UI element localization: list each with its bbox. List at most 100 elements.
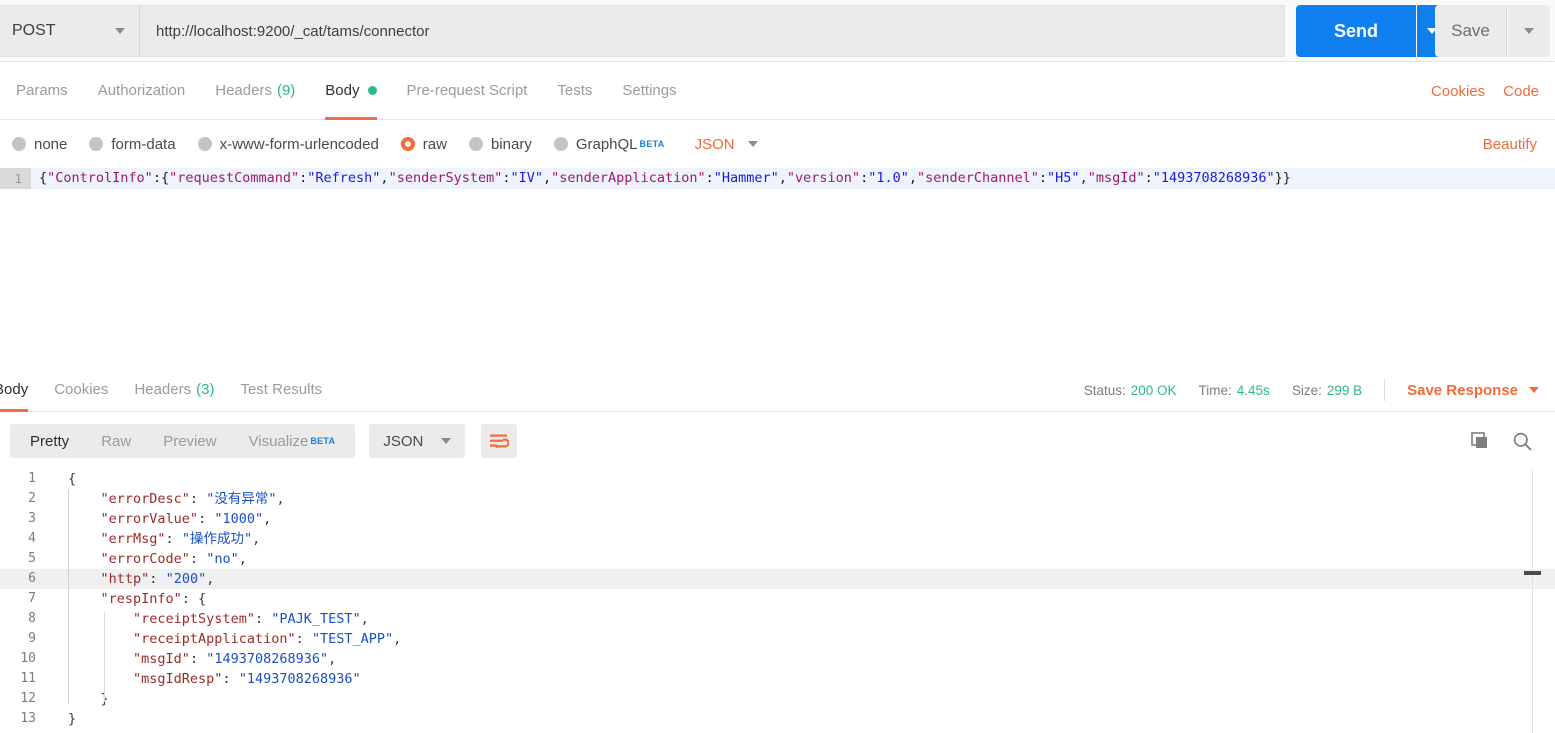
code-token: "1.0" [868, 170, 909, 186]
request-body-line[interactable]: 1 {"ControlInfo":{"requestCommand":"Refr… [0, 168, 1555, 189]
response-tab-body[interactable]: Body [0, 368, 28, 412]
request-tab-tests[interactable]: Tests [557, 62, 592, 120]
view-mode-pretty[interactable]: Pretty [14, 424, 85, 458]
code-link[interactable]: Code [1503, 83, 1539, 100]
code-token: "senderChannel" [917, 170, 1039, 186]
tab-label: Body [0, 381, 28, 398]
divider [1384, 379, 1385, 401]
code-token: : [190, 651, 206, 667]
radio-icon [12, 137, 26, 151]
save-button[interactable]: Save [1435, 5, 1507, 57]
beta-badge: BETA [310, 436, 335, 446]
code-token: { [68, 471, 76, 487]
body-type-x-www-form-urlencoded[interactable]: x-www-form-urlencoded [198, 136, 379, 153]
response-body-line: 9 "receiptApplication": "TEST_APP", [0, 629, 1555, 649]
body-type-label: form-data [111, 136, 175, 153]
response-tab-headers[interactable]: Headers(3) [134, 368, 214, 412]
body-type-form-data[interactable]: form-data [89, 136, 175, 153]
url-input[interactable]: http://localhost:9200/_cat/tams/connecto… [140, 6, 1284, 56]
response-body-line: 6 "http": "200", [0, 569, 1555, 589]
save-options-button[interactable] [1508, 5, 1550, 57]
response-scrollbar[interactable] [1532, 470, 1533, 733]
body-type-binary[interactable]: binary [469, 136, 532, 153]
indent [68, 691, 101, 707]
tab-label: Body [325, 82, 359, 99]
response-body-line: 5 "errorCode": "no", [0, 549, 1555, 569]
http-method-select[interactable]: POST [0, 6, 140, 56]
request-tab-body[interactable]: Body [325, 62, 376, 120]
fold-rail [46, 489, 68, 509]
status-label: Status: [1084, 383, 1126, 398]
code-token: : { [182, 591, 206, 607]
code-token: : [1039, 170, 1047, 186]
code-token: : [296, 631, 312, 647]
code-token: : [860, 170, 868, 186]
view-mode-label: Preview [163, 433, 216, 450]
line-number: 8 [0, 609, 46, 629]
response-code-text: "receiptApplication": "TEST_APP", [68, 629, 401, 649]
word-wrap-button[interactable] [481, 424, 517, 458]
request-right-links: Cookies Code [1431, 62, 1539, 120]
code-token: "http" [101, 571, 150, 587]
radio-icon [469, 137, 483, 151]
search-button[interactable] [1512, 431, 1533, 452]
code-token: "PAJK_TEST" [271, 611, 360, 627]
response-tab-test-results[interactable]: Test Results [240, 368, 322, 412]
code-token: "msgId" [1088, 170, 1145, 186]
body-type-graphql[interactable]: GraphQLBETA [554, 136, 665, 153]
body-type-none[interactable]: none [12, 136, 67, 153]
code-token: "H5" [1047, 170, 1080, 186]
code-token: , [779, 170, 787, 186]
request-tab-authorization[interactable]: Authorization [98, 62, 186, 120]
save-response-button[interactable]: Save Response [1407, 382, 1539, 399]
raw-format-select[interactable]: JSON [695, 136, 758, 153]
code-token: "requestCommand" [169, 170, 299, 186]
body-type-label: GraphQL [576, 136, 638, 153]
response-body-viewer[interactable]: 1{2 "errorDesc": "没有异常",3 "errorValue": … [0, 469, 1555, 733]
response-format-select[interactable]: JSON [369, 424, 465, 458]
copy-button[interactable] [1470, 431, 1490, 451]
response-code-text: "receiptSystem": "PAJK_TEST", [68, 609, 369, 629]
request-tab-params[interactable]: Params [16, 62, 68, 120]
response-body-line: 13} [0, 709, 1555, 729]
line-number: 1 [0, 168, 31, 189]
body-present-dot-icon [368, 86, 377, 95]
code-token: "200" [166, 571, 207, 587]
view-mode-preview[interactable]: Preview [147, 424, 232, 458]
request-tab-headers[interactable]: Headers(9) [215, 62, 295, 120]
response-action-icons [1470, 413, 1533, 469]
request-tab-settings[interactable]: Settings [622, 62, 676, 120]
body-type-raw[interactable]: raw [401, 136, 447, 153]
request-body-editor[interactable]: 1 {"ControlInfo":{"requestCommand":"Refr… [0, 168, 1555, 368]
beta-badge: BETA [640, 139, 665, 149]
response-code-text: "errorValue": "1000", [68, 509, 271, 529]
response-tab-cookies[interactable]: Cookies [54, 368, 108, 412]
response-body-line: 8 "receiptSystem": "PAJK_TEST", [0, 609, 1555, 629]
response-tab-bar: Body Cookies Headers(3) Test Results Status:… [0, 368, 1555, 412]
code-token: "senderApplication" [551, 170, 705, 186]
code-token: "IV" [511, 170, 544, 186]
radio-icon [554, 137, 568, 151]
copy-icon [1470, 431, 1490, 451]
response-code-text: } [68, 689, 109, 709]
code-token: :{ [153, 170, 169, 186]
code-token: , [276, 491, 284, 507]
send-button[interactable]: Send [1296, 5, 1416, 57]
view-mode-visualize[interactable]: VisualizeBETA [233, 424, 352, 458]
response-body-line: 1{ [0, 469, 1555, 489]
code-token: "senderSystem" [389, 170, 503, 186]
chevron-down-icon [115, 28, 125, 34]
request-tab-pre-request-script[interactable]: Pre-request Script [407, 62, 528, 120]
cookies-link[interactable]: Cookies [1431, 83, 1485, 100]
response-scroll-thumb[interactable] [1524, 571, 1541, 575]
beautify-button[interactable]: Beautify [1483, 120, 1537, 168]
code-token: "Hammer" [714, 170, 779, 186]
code-token: "没有异常" [206, 491, 276, 507]
fold-rail [46, 569, 68, 589]
code-token: , [328, 651, 336, 667]
code-token: , [361, 611, 369, 627]
response-status-group: Status:200 OKTime:4.45sSize:299 BSave Re… [1084, 368, 1539, 412]
fold-rail [46, 589, 68, 609]
indent [68, 511, 101, 527]
view-mode-raw[interactable]: Raw [85, 424, 147, 458]
